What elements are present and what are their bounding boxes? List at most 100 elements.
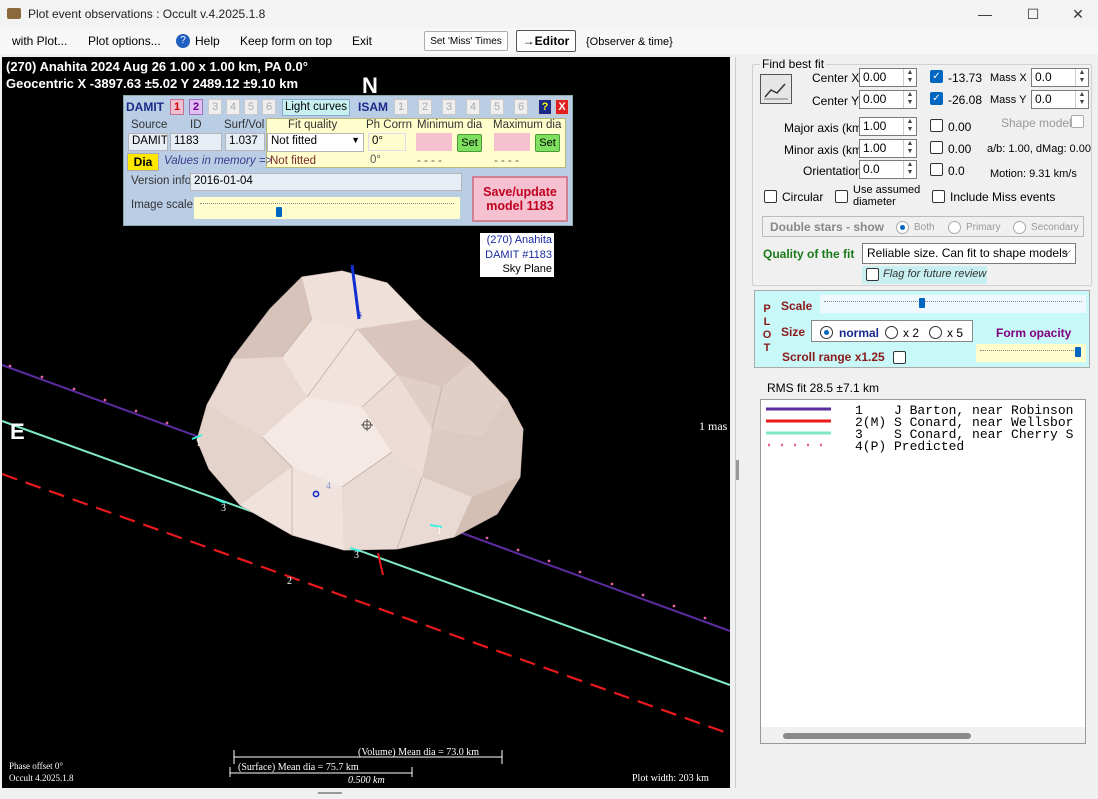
quality-select[interactable]: Reliable size. Can fit to shape models ⌵ (862, 243, 1076, 264)
form-opacity-thumb[interactable] (1075, 347, 1081, 357)
isam-model-6[interactable]: 6 (514, 99, 528, 115)
damit-close-button[interactable]: X (555, 99, 569, 115)
maximize-button[interactable]: ☐ (1010, 0, 1056, 28)
spinner-arrows-icon[interactable]: ▲ ▼ (903, 161, 916, 178)
legend-scroll-thumb[interactable] (783, 733, 971, 739)
mass-y-input[interactable]: 0.0 ▲ ▼ (1031, 90, 1089, 109)
minor-axis-input[interactable]: 1.00 ▲ ▼ (859, 139, 917, 158)
dia-button[interactable]: Dia (127, 153, 159, 171)
spinner-arrows-icon[interactable]: ▲ ▼ (1075, 91, 1088, 108)
light-curves-button[interactable]: Light curves (282, 99, 350, 116)
orientation-result: 0.0 (948, 164, 965, 178)
set-miss-times-button[interactable]: Set 'Miss' Times (424, 31, 508, 51)
use-assumed-checkbox[interactable] (835, 190, 848, 203)
damit-help-button[interactable]: ? (538, 99, 552, 115)
spinner-arrows-icon[interactable]: ▲ ▼ (903, 140, 916, 157)
circular-label: Circular (782, 190, 824, 204)
isam-model-1[interactable]: 1 (394, 99, 408, 115)
both-radio[interactable] (896, 221, 909, 234)
major-axis-input[interactable]: 1.00 ▲ ▼ (859, 117, 917, 136)
scale-bar-label: 0.500 km (348, 775, 385, 786)
size-x2-label: x 2 (903, 326, 920, 340)
close-button[interactable]: ✕ (1055, 0, 1098, 28)
damit-model-3[interactable]: 3 (208, 99, 222, 115)
surface-dia-label: (Surface) Mean dia = 75.7 km (238, 762, 359, 773)
observer-legend[interactable]: 1 J Barton, near Robinson 2(M) S Conard,… (760, 399, 1086, 744)
menu-exit[interactable]: Exit (352, 34, 372, 48)
minimize-button[interactable]: — (962, 0, 1008, 28)
spinner-arrows-icon[interactable]: ▲ ▼ (1075, 69, 1088, 86)
editor-button[interactable]: →Editor (516, 30, 576, 52)
best-fit-button[interactable] (760, 74, 792, 104)
circular-checkbox[interactable] (764, 190, 777, 203)
menu-keep-on-top[interactable]: Keep form on top (240, 34, 332, 48)
chord-label-3a: 3 (221, 503, 226, 514)
image-scale-thumb[interactable] (276, 207, 282, 217)
phcorr-field[interactable]: 0° (368, 133, 406, 151)
damit-model-5[interactable]: 5 (244, 99, 258, 115)
damit-model-2[interactable]: 2 (189, 99, 203, 115)
splitter-grip[interactable] (736, 460, 739, 480)
minor-axis-checkbox[interactable] (930, 141, 943, 154)
orientation-input[interactable]: 0.0 ▲ ▼ (859, 160, 917, 179)
quality-value: Reliable size. Can fit to shape models (867, 246, 1068, 260)
observer-time-button[interactable]: {Observer & time} (586, 36, 673, 48)
flag-review-checkbox[interactable] (866, 268, 879, 281)
legend-swatches (766, 407, 831, 447)
save-update-model-button[interactable]: Save/update model 1183 (472, 176, 568, 222)
menu-plot-options[interactable]: Plot options... (88, 34, 161, 48)
damit-model-6[interactable]: 6 (262, 99, 276, 115)
plot-scale-thumb[interactable] (919, 298, 925, 308)
size-x5-radio[interactable] (929, 326, 942, 339)
isam-model-4[interactable]: 4 (466, 99, 480, 115)
scale-mas-label: 1 mas (699, 419, 728, 433)
isam-model-3[interactable]: 3 (442, 99, 456, 115)
mass-y-value: 0.0 (1035, 92, 1052, 106)
size-x2-radio[interactable] (885, 326, 898, 339)
splitter[interactable] (735, 57, 736, 788)
max-dia-set-button[interactable]: Set (535, 134, 560, 152)
orientation-checkbox[interactable] (930, 163, 943, 176)
max-dia-field[interactable] (494, 133, 530, 151)
fit-quality-select[interactable]: Not fitted ▼ (267, 133, 364, 152)
min-dia-field[interactable] (416, 133, 452, 151)
major-axis-checkbox[interactable] (930, 119, 943, 132)
isam-model-2[interactable]: 2 (418, 99, 432, 115)
spinner-arrows-icon[interactable]: ▲ ▼ (903, 69, 916, 86)
legend-horizontal-scrollbar[interactable] (761, 727, 1085, 743)
center-x-input[interactable]: 0.00 ▲ ▼ (859, 68, 917, 87)
fit-quality-value: Not fitted (271, 135, 318, 147)
secondary-radio[interactable] (1013, 221, 1026, 234)
damit-model-1[interactable]: 1 (170, 99, 184, 115)
damit-panel[interactable]: DAMIT 1 2 3 4 5 6 Light curves ISAM 1 2 … (123, 95, 573, 226)
isam-model-5[interactable]: 5 (490, 99, 504, 115)
image-scale-slider[interactable] (194, 197, 460, 219)
center-y-input[interactable]: 0.00 ▲ ▼ (859, 90, 917, 109)
mass-x-input[interactable]: 0.0 ▲ ▼ (1031, 68, 1089, 87)
menu-with-plot[interactable]: with Plot... (12, 34, 67, 48)
spinner-arrows-icon[interactable]: ▲ ▼ (903, 91, 916, 108)
minor-axis-label: Minor axis (km) (784, 143, 867, 157)
source-header: Source (131, 119, 168, 131)
center-x-checkbox[interactable]: ✓ (930, 70, 943, 83)
size-normal-radio[interactable] (820, 326, 833, 339)
version-info-field[interactable]: 2016-01-04 (190, 173, 462, 191)
bottom-grip[interactable] (318, 792, 342, 794)
min-dia-set-button[interactable]: Set (457, 134, 482, 152)
center-y-checkbox[interactable]: ✓ (930, 92, 943, 105)
primary-radio[interactable] (948, 221, 961, 234)
ab-dmag-label: a/b: 1.00, dMag: 0.00 (987, 143, 1091, 155)
surfvol-header: Surf/Vol (224, 119, 265, 131)
form-opacity-slider[interactable] (976, 344, 1086, 362)
plot-header-line1: (270) Anahita 2024 Aug 26 1.00 x 1.00 km… (6, 59, 308, 74)
plot-scale-slider[interactable] (820, 295, 1086, 313)
secondary-label: Secondary (1031, 222, 1079, 233)
form-opacity-label: Form opacity (996, 326, 1072, 340)
center-y-label: Center Y (812, 94, 860, 108)
damit-model-4[interactable]: 4 (226, 99, 240, 115)
scroll-range-checkbox[interactable] (893, 351, 906, 364)
spinner-arrows-icon[interactable]: ▲ ▼ (903, 118, 916, 135)
shape-model-checkbox[interactable] (1071, 115, 1084, 128)
menu-help[interactable]: Help (195, 34, 220, 48)
include-miss-checkbox[interactable] (932, 190, 945, 203)
